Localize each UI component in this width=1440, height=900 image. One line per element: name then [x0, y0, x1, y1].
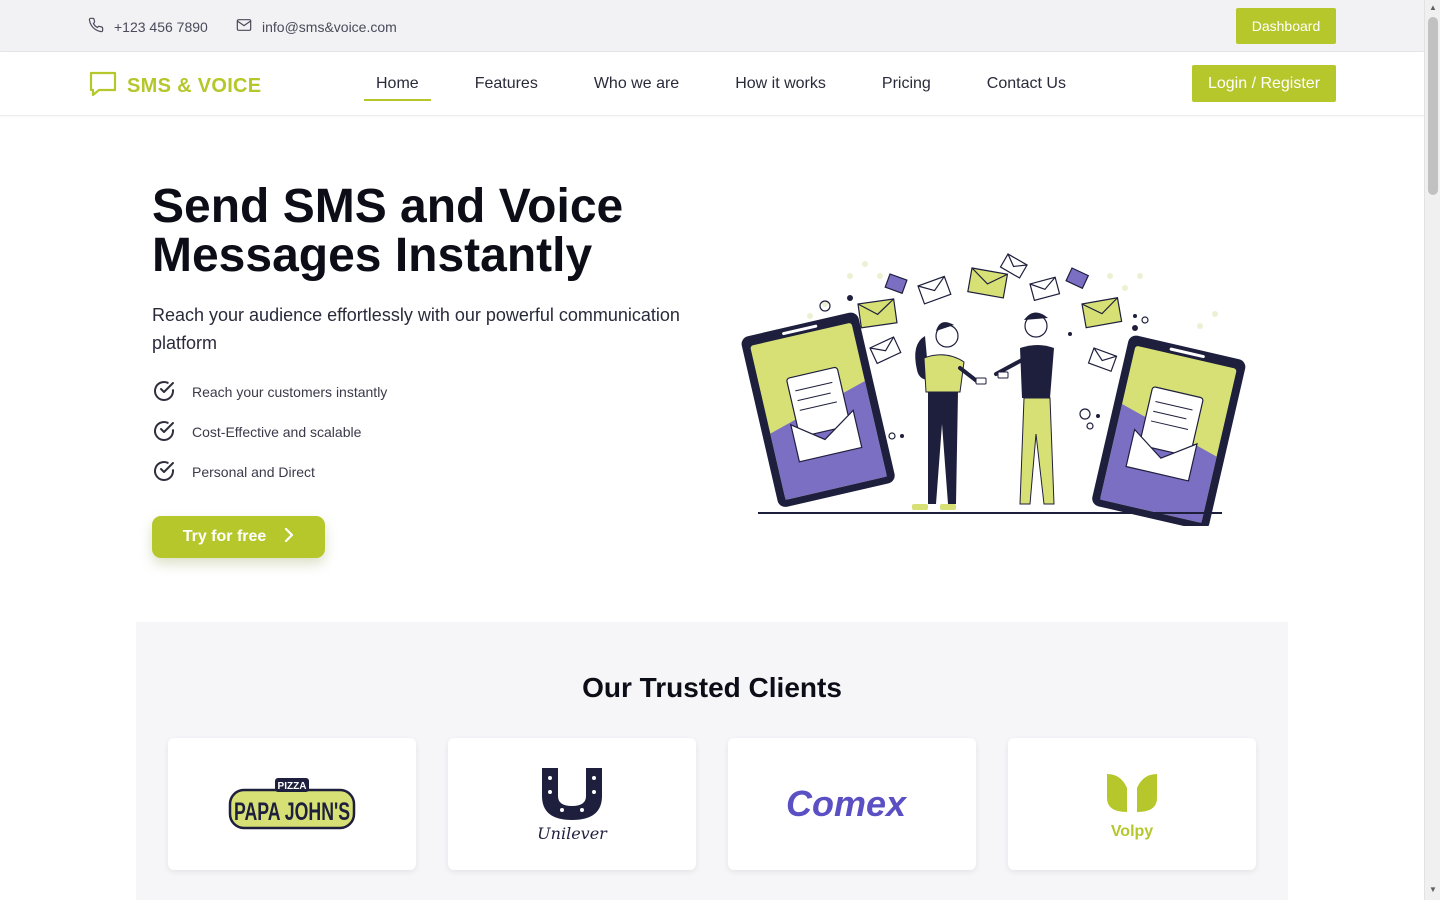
volpy-logo: Volpy [1107, 774, 1157, 840]
check-circle-icon [152, 379, 176, 406]
client-logo-volpy: Volpy [1008, 738, 1256, 870]
unilever-logo: Unilever [537, 768, 608, 843]
try-for-free-label: Try for free [182, 528, 267, 545]
mail-icon [236, 17, 252, 36]
nav-contact-us[interactable]: Contact Us [975, 52, 1078, 116]
hero-title-line2: Messages Instantly [152, 229, 593, 282]
hero-subtitle: Reach your audience effortlessly with ou… [152, 305, 680, 353]
feature-item: Personal and Direct [152, 460, 387, 484]
dashboard-button[interactable]: Dashboard [1236, 8, 1336, 44]
left-phone [741, 312, 895, 507]
scroll-up-arrow-icon[interactable]: ▲ [1429, 4, 1437, 12]
phone-contact[interactable]: +123 456 7890 [88, 17, 208, 36]
nav-how-it-works[interactable]: How it works [723, 52, 838, 116]
top-bar: +123 456 7890 info@sms&voice.com Dashboa… [0, 0, 1424, 52]
client-logo-unilever: Unilever [448, 738, 696, 870]
chat-bubble-icon [89, 70, 117, 103]
unilever-text: Unilever [537, 824, 608, 843]
scroll-down-arrow-icon[interactable]: ▼ [1429, 886, 1437, 894]
volpy-text: Volpy [1111, 823, 1153, 840]
chevron-right-icon [284, 527, 294, 547]
hero-title-line1: Send SMS and Voice [152, 180, 624, 233]
papa-johns-pizza-text: PIZZA [278, 781, 307, 792]
clients-title: Our Trusted Clients [582, 672, 842, 703]
feature-list: Reach your customers instantly Cost-Effe… [152, 380, 387, 500]
feature-label: Reach your customers instantly [192, 384, 388, 400]
brand-logo[interactable]: SMS & VOICE [89, 70, 261, 103]
client-logo-comex: Comex [728, 738, 976, 870]
comex-text: Comex [786, 783, 908, 824]
papa-johns-text: PAPA JOHN'S [234, 798, 350, 826]
nav-home[interactable]: Home [364, 52, 431, 116]
comex-logo: Comex [786, 783, 908, 824]
login-register-button[interactable]: Login / Register [1192, 65, 1336, 102]
man-figure [975, 312, 1055, 505]
nav-who-we-are[interactable]: Who we are [582, 52, 691, 116]
brand-name: SMS & VOICE [127, 75, 262, 97]
page-scrollbar[interactable]: ▲ ▼ [1424, 0, 1440, 900]
messaging-illustration [741, 253, 1246, 526]
nav-features[interactable]: Features [463, 52, 550, 116]
trusted-clients-section: Our Trusted Clients PIZZA PAPA JOHN'S Un… [136, 622, 1288, 900]
client-logo-papa-johns: PIZZA PAPA JOHN'S [168, 738, 416, 870]
woman-figure [912, 322, 980, 510]
hero-title: Send SMS and Voice Messages Instantly [152, 182, 712, 280]
feature-label: Cost-Effective and scalable [192, 424, 362, 440]
phone-number: +123 456 7890 [114, 18, 208, 35]
nav-links: Home Features Who we are How it works Pr… [364, 52, 1110, 116]
check-circle-icon [152, 459, 176, 486]
feature-item: Cost-Effective and scalable [152, 420, 387, 444]
main-nav: SMS & VOICE Home Features Who we are How… [0, 52, 1424, 116]
email-address: info@sms&voice.com [262, 18, 397, 35]
scroll-thumb[interactable] [1428, 17, 1438, 195]
nav-pricing[interactable]: Pricing [870, 52, 943, 116]
email-contact[interactable]: info@sms&voice.com [236, 17, 397, 36]
check-circle-icon [152, 419, 176, 446]
feature-label: Personal and Direct [192, 464, 315, 480]
feature-item: Reach your customers instantly [152, 380, 387, 404]
papa-johns-logo: PIZZA PAPA JOHN'S [228, 778, 356, 830]
try-for-free-button[interactable]: Try for free [152, 516, 325, 558]
phone-icon [88, 17, 104, 36]
